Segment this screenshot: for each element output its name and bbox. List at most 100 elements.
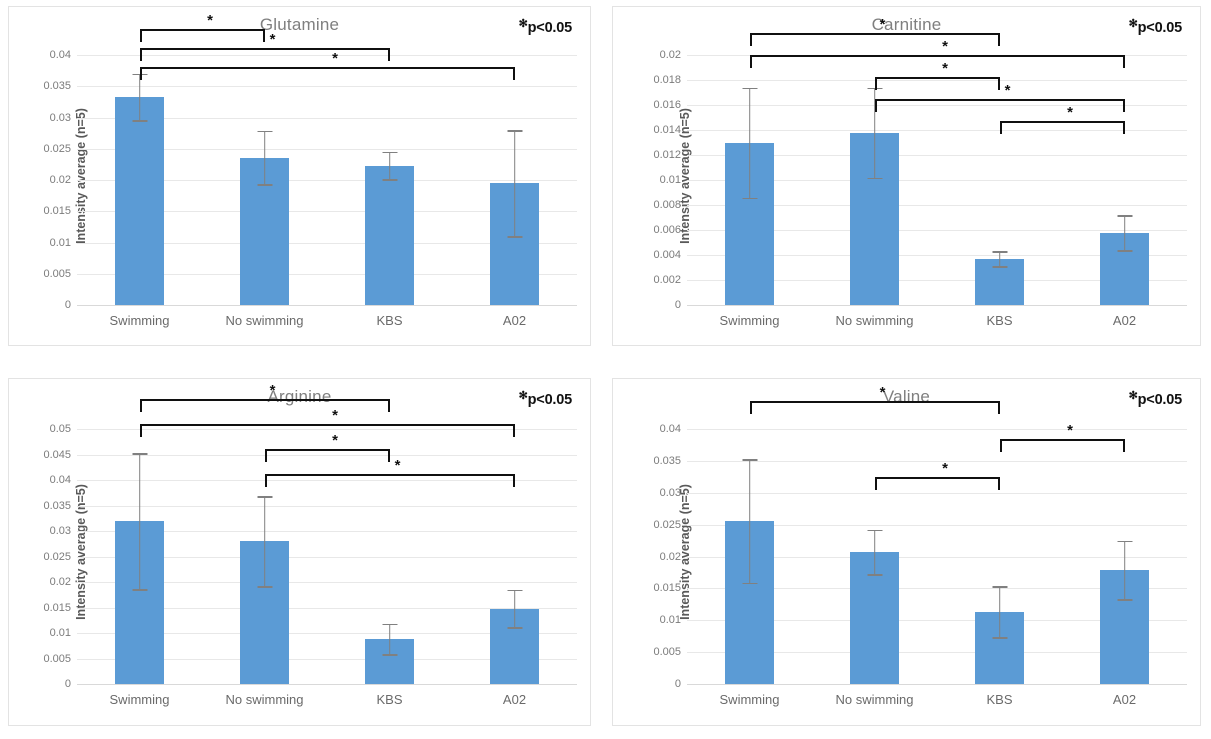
p-value-annotation: ✻p<0.05: [518, 389, 573, 408]
error-bar-cap: [1117, 599, 1132, 601]
y-axis-tick-label: 0.02: [49, 174, 71, 186]
significance-asterisk: *: [942, 38, 948, 55]
significance-asterisk: *: [942, 460, 948, 477]
error-bar-cap: [257, 184, 272, 186]
significance-bracket: [874, 477, 1000, 490]
p-value-text: p<0.05: [527, 392, 573, 408]
figure-root: Glutamine ✻p<0.05 Intensity average (n=5…: [0, 0, 1211, 739]
error-bar: [1123, 540, 1126, 600]
significance-asterisk: *: [394, 457, 401, 474]
y-axis-tick-label: 0.04: [49, 474, 71, 486]
x-axis-tick-label: KBS: [986, 692, 1013, 707]
y-axis-tick-label: 0.01: [659, 614, 681, 627]
significance-asterisk: *: [879, 16, 886, 33]
gridline: [687, 80, 1187, 81]
x-axis-tick-label: No swimming: [835, 313, 914, 328]
p-value-annotation: ✻p<0.05: [1129, 17, 1183, 36]
x-axis-tick-label: No swimming: [225, 313, 304, 328]
error-bar-cap: [992, 586, 1007, 589]
p-value-text: p<0.05: [1137, 392, 1183, 408]
significance-asterisk: *: [942, 60, 948, 77]
error-bar-cap: [867, 177, 882, 180]
x-axis-tick-label: No swimming: [835, 692, 914, 707]
gridline: [77, 505, 577, 507]
error-bar: [138, 73, 141, 120]
error-bar: [263, 496, 266, 587]
gridline: [77, 305, 577, 306]
error-bar: [1123, 215, 1126, 250]
error-bar-cap: [742, 582, 757, 585]
significance-asterisk: *: [207, 12, 213, 29]
y-axis-tick-label: 0.025: [43, 142, 71, 155]
error-bar: [388, 623, 391, 655]
error-bar: [998, 251, 1001, 267]
x-axis-tick-label: No swimming: [225, 692, 304, 707]
error-bar-cap: [132, 73, 147, 76]
y-axis-tick-label: 0.025: [43, 550, 71, 563]
y-axis-tick-label: 0.005: [43, 267, 71, 280]
y-axis-tick-label: 0.012: [653, 149, 681, 161]
gridline: [687, 130, 1187, 131]
significance-asterisk: *: [1004, 82, 1011, 99]
x-axis-tick-label: A02: [502, 692, 527, 707]
error-bar-cap: [382, 151, 397, 154]
plot-area: 0 0.005 0.01 0.015 0.02 0.025 0.03 0.035 0.04 0.0…: [43, 383, 577, 707]
chart-panel-glutamine: Glutamine ✻p<0.05 Intensity average (n=5…: [8, 6, 591, 346]
significance-asterisk: *: [1067, 422, 1073, 439]
error-bar: [873, 87, 876, 178]
error-bar-cap: [1117, 250, 1132, 252]
chart-title: Glutamine: [259, 15, 340, 34]
bar-swimming: [115, 96, 164, 305]
asterisk-icon: ✻: [1128, 390, 1138, 402]
error-bar: [388, 151, 391, 180]
plot-area: 0 0.005 0.01 0.015 0.02 0.025 0.03 0.035 0.04 Swi…: [653, 385, 1187, 707]
chart-panel-carnitine: Carnitine ✻p<0.05 Intensity average (n=5…: [612, 6, 1201, 346]
gridline: [687, 105, 1187, 106]
y-axis-tick-label: 0.008: [653, 199, 681, 211]
gridline: [687, 492, 1187, 494]
significance-bracket: [139, 399, 390, 412]
error-bar: [998, 586, 1001, 638]
y-axis-tick-label: 0.045: [43, 448, 71, 461]
gridline: [687, 684, 1187, 685]
y-axis-tick-label: 0.018: [653, 74, 681, 86]
error-bar-cap: [867, 574, 882, 576]
y-axis-tick-label: 0.004: [653, 249, 681, 261]
gridline: [77, 684, 577, 685]
error-bar-cap: [507, 627, 522, 629]
error-bar-cap: [507, 130, 522, 132]
plot-area: 0 0.002 0.004 0.006 0.008 0.01 0.012 0.014 0.016…: [653, 17, 1187, 328]
error-bar-cap: [132, 453, 147, 456]
significance-bracket: [749, 401, 1000, 414]
gridline: [77, 480, 577, 481]
error-bar: [513, 589, 516, 628]
error-bar-cap: [507, 236, 522, 238]
significance-asterisk: *: [332, 432, 338, 449]
y-axis-tick-label: 0.002: [653, 274, 681, 286]
x-axis-tick-label: KBS: [376, 692, 403, 707]
gridline: [77, 86, 577, 88]
significance-bracket: [999, 439, 1125, 452]
y-axis-tick-label: 0.035: [43, 499, 71, 512]
error-bar-cap: [742, 458, 757, 461]
y-axis-tick-label: 0.01: [659, 174, 681, 186]
y-axis-tick-label: 0.05: [49, 423, 71, 435]
y-axis-tick-label: 0.014: [653, 124, 681, 136]
x-axis-tick-label: A02: [1112, 692, 1137, 707]
significance-bracket: [139, 29, 265, 42]
y-axis-tick-label: 0.035: [43, 80, 71, 93]
error-bar-cap: [507, 589, 522, 592]
x-axis-tick-label: A02: [1112, 313, 1137, 328]
y-axis-tick-label: 0.035: [653, 454, 681, 467]
asterisk-icon: ✻: [518, 390, 528, 402]
gridline: [687, 55, 1187, 56]
y-axis-tick-label: 0.03: [49, 525, 71, 537]
significance-asterisk: *: [332, 50, 338, 67]
y-axis-tick-label: 0.01: [49, 627, 71, 639]
error-bar-cap: [382, 654, 397, 656]
y-axis-tick-label: 0.04: [49, 49, 71, 61]
x-axis-tick-label: A02: [502, 313, 527, 328]
y-axis-tick-label: 0.015: [43, 205, 71, 218]
gridline: [687, 305, 1187, 306]
error-bar-cap: [867, 87, 882, 90]
